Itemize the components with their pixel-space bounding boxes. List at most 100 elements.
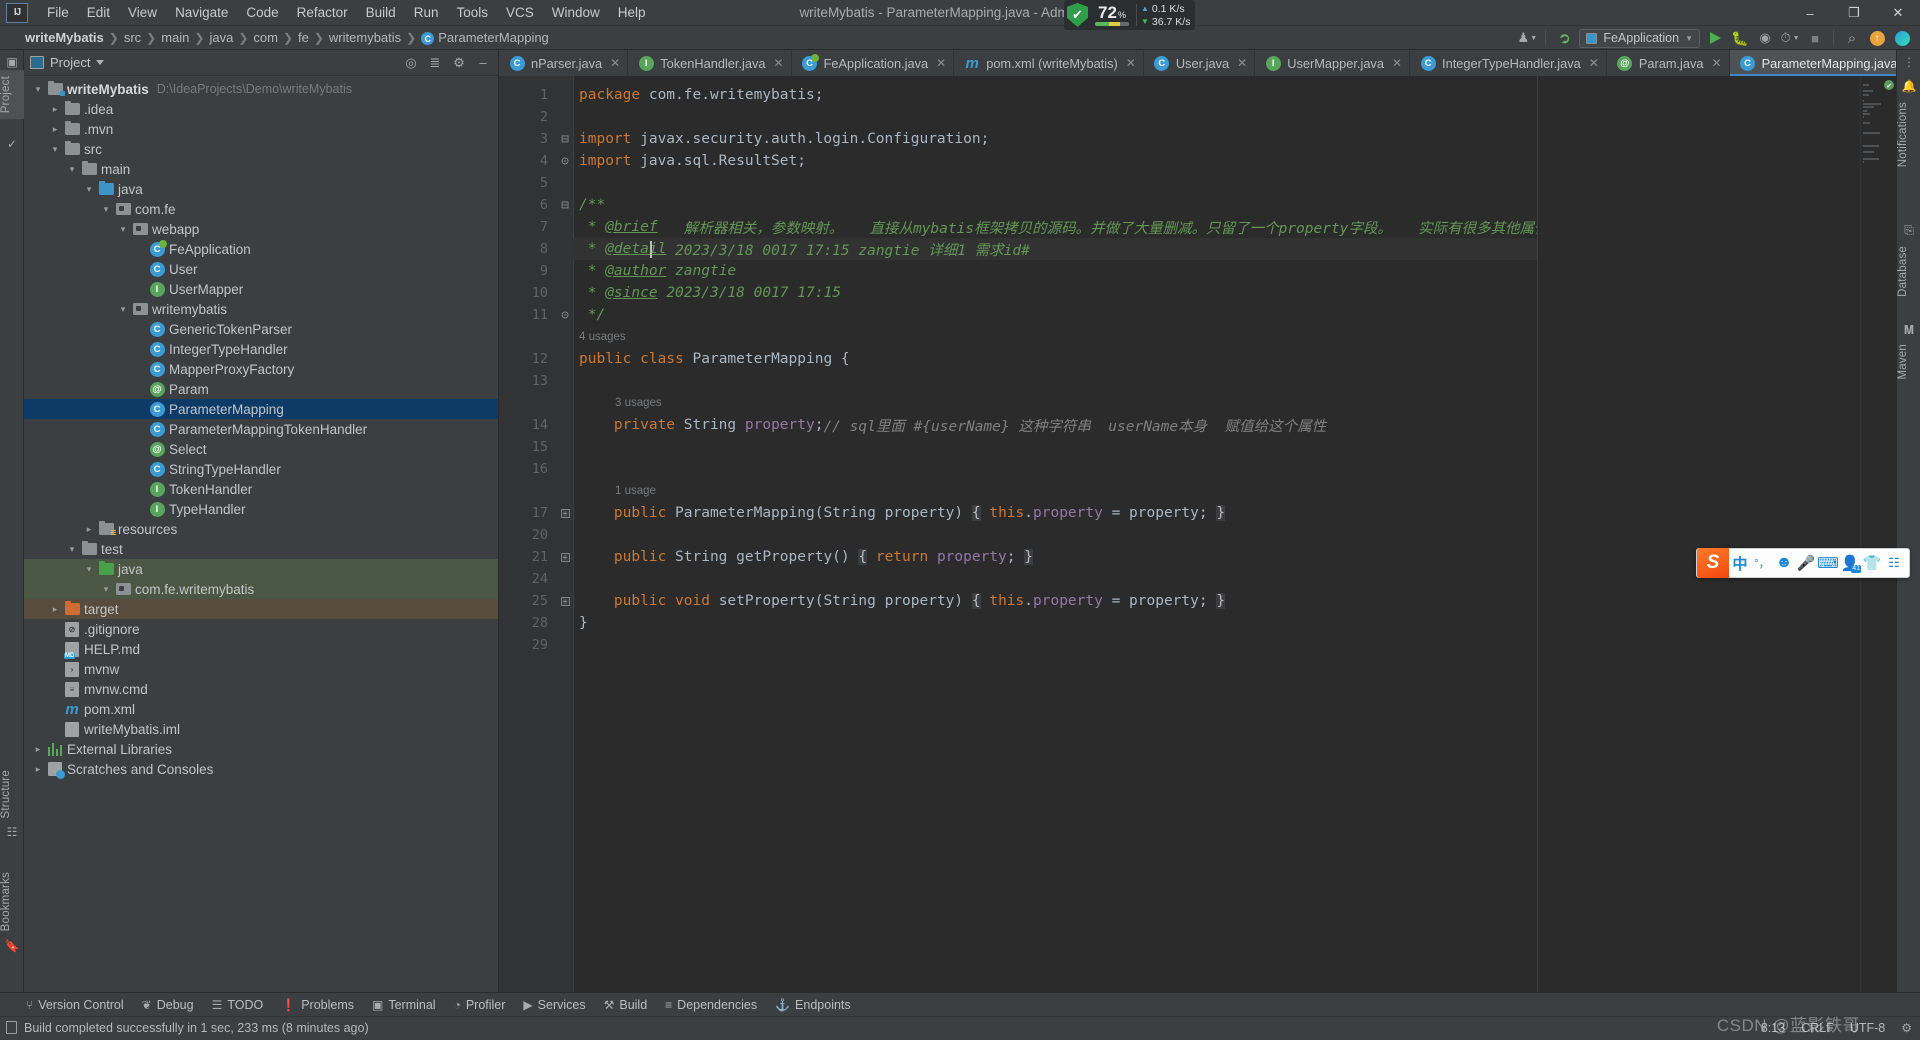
ime-toolbox-icon[interactable]: ☷	[1883, 550, 1905, 576]
code-line[interactable]: * @author zangtie	[573, 260, 1537, 282]
menu-build[interactable]: Build	[357, 2, 405, 23]
chevron-right-icon[interactable]: ▸	[30, 761, 46, 777]
tree-node-tokenhandler[interactable]: I TokenHandler	[24, 479, 498, 499]
code-line[interactable]: private String property;// sql里面 #{userN…	[573, 414, 1537, 436]
breadcrumb-writeMybatis[interactable]: writeMybatis	[22, 30, 107, 45]
tree-node-scratches-and-consoles[interactable]: ▸ Scratches and Consoles	[24, 759, 498, 779]
fold-expand-icon[interactable]: +	[557, 502, 573, 524]
tree-node-com-fe-writemybatis[interactable]: ▾ com.fe.writemybatis	[24, 579, 498, 599]
close-tab-icon[interactable]: ✕	[1126, 56, 1136, 70]
tree-node-mapperproxyfactory[interactable]: C MapperProxyFactory	[24, 359, 498, 379]
chevron-down-icon[interactable]: ▾	[47, 141, 63, 157]
tree-node-writemybatis[interactable]: ▾ writeMybatis D:\IdeaProjects\Demo\writeM…	[24, 79, 498, 99]
menu-edit[interactable]: Edit	[78, 2, 119, 23]
chevron-down-icon[interactable]: ▾	[98, 201, 114, 217]
editor-tab-tokenhandler-java[interactable]: I TokenHandler.java ✕	[628, 50, 792, 76]
project-tree[interactable]: ▾ writeMybatis D:\IdeaProjects\Demo\writeM…	[24, 76, 498, 992]
menu-code[interactable]: Code	[237, 2, 287, 23]
chevron-down-icon[interactable]: ▾	[115, 221, 131, 237]
tree-node-pom-xml[interactable]: m pom.xml	[24, 699, 498, 719]
breadcrumb-com[interactable]: com	[250, 30, 281, 45]
chevron-down-icon[interactable]: ▾	[115, 301, 131, 317]
fold-end-icon[interactable]: ⊝	[557, 304, 573, 326]
tool-window-todo[interactable]: ☰ TODO	[204, 996, 272, 1014]
code-line[interactable]	[573, 172, 1537, 194]
maven-icon[interactable]: 𝐌	[1901, 322, 1917, 338]
tree-node-user[interactable]: C User	[24, 259, 498, 279]
code-line[interactable]: public void setProperty(String property)…	[573, 590, 1537, 612]
tool-window-dependencies[interactable]: ≡ Dependencies	[657, 996, 765, 1014]
database-icon[interactable]: ⎘	[1901, 222, 1917, 238]
structure-icon[interactable]: ☷	[4, 824, 20, 840]
usage-hint[interactable]: 3 usages	[573, 392, 1537, 414]
ime-user-icon[interactable]: 👤 41	[1839, 550, 1861, 576]
sidebar-item-maven[interactable]: Maven	[1897, 338, 1920, 386]
stop-button[interactable]: ■	[1805, 28, 1825, 48]
chevron-right-icon[interactable]: ▸	[47, 121, 63, 137]
tool-window-terminal[interactable]: ▣ Terminal	[364, 996, 444, 1014]
sidebar-item-project[interactable]: Project	[0, 70, 24, 120]
settings-gear-icon[interactable]: ⚙	[450, 54, 468, 72]
chevron-down-icon[interactable]	[96, 60, 105, 65]
tool-window-version-control[interactable]: ⑂ Version Control	[18, 996, 132, 1014]
file-encoding[interactable]: UTF-8	[1850, 1021, 1885, 1035]
chevron-right-icon[interactable]: ▸	[47, 601, 63, 617]
code-line[interactable]: * @brief 解析器相关，参数映射。 直接从mybatis框架拷贝的源码。并…	[573, 216, 1537, 238]
tree-node-mvnw[interactable]: › mvnw	[24, 659, 498, 679]
error-stripe[interactable]: ✔	[1882, 76, 1896, 992]
maximize-button[interactable]: ❐	[1832, 0, 1876, 26]
chevron-down-icon[interactable]: ▾	[81, 561, 97, 577]
chevron-down-icon[interactable]: ▾	[81, 181, 97, 197]
editor-tab-param-java[interactable]: @ Param.java ✕	[1607, 50, 1730, 76]
code-text[interactable]: package com.fe.writemybatis; import javax…	[573, 76, 1537, 992]
close-tab-icon[interactable]: ✕	[1237, 56, 1247, 70]
code-minimap[interactable]	[1860, 76, 1882, 992]
tree-node-parametermapping[interactable]: C ParameterMapping	[24, 399, 498, 419]
tree-node-test[interactable]: ▾ test	[24, 539, 498, 559]
tree-node-writemybatis-iml[interactable]: writeMybatis.iml	[24, 719, 498, 739]
tree-node-webapp[interactable]: ▾ webapp	[24, 219, 498, 239]
menu-run[interactable]: Run	[405, 2, 448, 23]
user-settings-icon[interactable]: ♟ ▼	[1517, 28, 1538, 48]
bookmarks-icon[interactable]: 🔖	[4, 938, 20, 954]
sogou-logo-icon[interactable]: S	[1697, 548, 1729, 578]
debug-button[interactable]: 🐛	[1730, 28, 1750, 48]
code-line[interactable]: import java.sql.ResultSet;	[573, 150, 1537, 172]
editor-tab-integertypehandler-java[interactable]: C IntegerTypeHandler.java ✕	[1410, 50, 1607, 76]
code-line[interactable]	[573, 568, 1537, 590]
locate-file-icon[interactable]: ◎	[402, 54, 420, 72]
tree-node-external-libraries[interactable]: ▸ External Libraries	[24, 739, 498, 759]
chevron-down-icon[interactable]: ▾	[30, 81, 46, 97]
breadcrumb-main[interactable]: main	[158, 30, 192, 45]
tree-node-com-fe[interactable]: ▾ com.fe	[24, 199, 498, 219]
code-line[interactable]	[573, 436, 1537, 458]
tool-window-profiler[interactable]: ◔ Profiler	[446, 996, 514, 1014]
ime-voice-input-icon[interactable]: 🎤	[1795, 550, 1817, 576]
ime-skin-icon[interactable]: 👕	[1861, 550, 1883, 576]
editor-tab-nparser-java[interactable]: CnParser.java ✕	[499, 50, 629, 76]
update-project-icon[interactable]: ↑	[1867, 28, 1887, 48]
chevron-right-icon[interactable]: ▸	[30, 741, 46, 757]
code-line[interactable]: public ParameterMapping(String property)…	[573, 502, 1537, 524]
code-line[interactable]: import javax.security.auth.login.Configu…	[573, 128, 1537, 150]
chevron-down-icon[interactable]: ▾	[64, 161, 80, 177]
tree-node-generictokenparser[interactable]: C GenericTokenParser	[24, 319, 498, 339]
tree-node-mvnw-cmd[interactable]: ≡ mvnw.cmd	[24, 679, 498, 699]
notifications-bell-icon[interactable]: 🔔	[1901, 78, 1917, 94]
menu-navigate[interactable]: Navigate	[166, 2, 237, 23]
menu-refactor[interactable]: Refactor	[288, 2, 357, 23]
fold-end-icon[interactable]: ⊝	[557, 150, 573, 172]
sidebar-item-database[interactable]: Database	[1897, 240, 1920, 303]
code-line[interactable]: }	[573, 612, 1537, 634]
tree-node-writemybatis[interactable]: ▾ writemybatis	[24, 299, 498, 319]
tree-node-java[interactable]: ▾ java	[24, 559, 498, 579]
tree-node-integertypehandler[interactable]: C IntegerTypeHandler	[24, 339, 498, 359]
hide-panel-icon[interactable]: –	[474, 54, 492, 72]
project-stripe-icon[interactable]: ▣	[4, 54, 20, 70]
fold-start-icon[interactable]: ⊟	[557, 128, 573, 150]
tree-node--gitignore[interactable]: ⊘ .gitignore	[24, 619, 498, 639]
ime-punctuation-toggle[interactable]: °，	[1751, 550, 1773, 576]
code-line[interactable]: * @detail 2023/3/18 0017 17:15 zangtie 详…	[573, 238, 1537, 260]
tree-node--idea[interactable]: ▸ .idea	[24, 99, 498, 119]
code-line[interactable]: package com.fe.writemybatis;	[573, 84, 1537, 106]
